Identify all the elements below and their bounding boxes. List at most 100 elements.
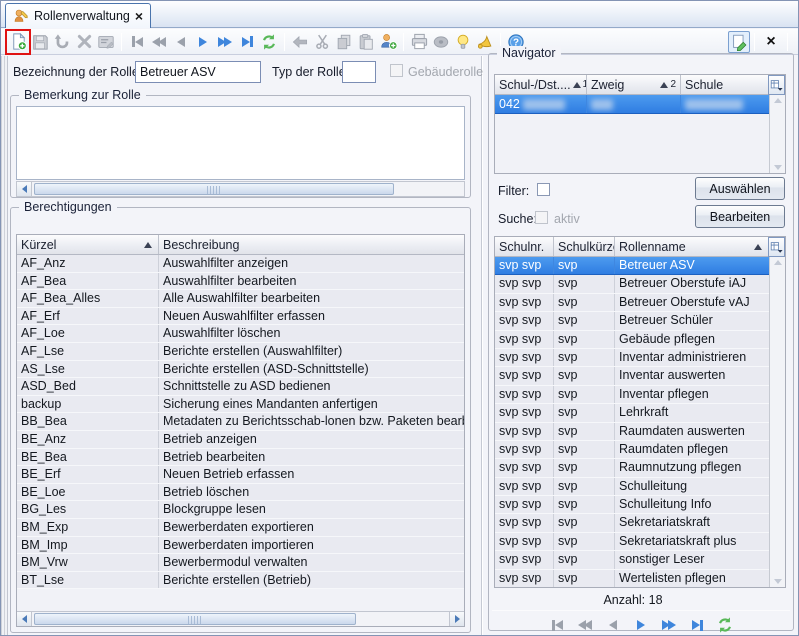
nav-next-button[interactable] <box>630 614 652 636</box>
column-header-zweig[interactable]: Zweig 2 <box>587 75 681 94</box>
scroll-down-icon[interactable] <box>774 579 782 584</box>
column-header-kuerzel[interactable]: Kürzel <box>17 235 159 254</box>
role-row[interactable]: svp svp svp Sekretariatskraft plus <box>495 533 769 551</box>
permission-row[interactable]: AF_Erf Neuen Auswahlfilter erfassen <box>17 308 464 326</box>
cut-button[interactable] <box>311 31 333 53</box>
scroll-up-icon[interactable] <box>774 260 782 265</box>
role-row[interactable]: svp svp svp Schulleitung Info <box>495 496 769 514</box>
role-row[interactable]: svp svp svp Wertelisten pflegen <box>495 570 769 588</box>
bemerkung-textarea[interactable] <box>16 106 465 180</box>
column-header-schul-dst[interactable]: Schul-/Dst.... 1 <box>495 75 587 94</box>
nav-rewind-button[interactable] <box>574 614 596 636</box>
auswaehlen-button[interactable]: Auswählen <box>695 177 785 200</box>
roles-table-header[interactable]: Schulnr. Schulkürzel Rollenname <box>495 237 785 257</box>
typ-input[interactable] <box>342 61 376 83</box>
nav-first-button[interactable] <box>126 31 148 53</box>
hint-bulb-button[interactable] <box>452 31 474 53</box>
nav-previous-button[interactable] <box>602 614 624 636</box>
new-record-button[interactable] <box>7 31 29 53</box>
filter-checkbox[interactable] <box>537 183 550 196</box>
gebaeuderolle-checkbox[interactable] <box>390 64 403 77</box>
column-header-schule[interactable]: Schule <box>681 75 768 94</box>
scroll-right-icon[interactable] <box>449 612 464 626</box>
nav-next-button[interactable] <box>192 31 214 53</box>
nav-last-button[interactable] <box>686 614 708 636</box>
suche-aktiv-checkbox[interactable] <box>535 211 548 224</box>
bezeichnung-input[interactable] <box>135 61 261 83</box>
role-row[interactable]: svp svp svp Gebäude pflegen <box>495 331 769 349</box>
edit-mask-button[interactable] <box>95 31 117 53</box>
school-row-selected[interactable]: 042 <box>495 95 769 114</box>
print-button[interactable] <box>408 31 430 53</box>
permissions-hscrollbar[interactable] <box>16 611 465 627</box>
refresh-button[interactable] <box>714 614 736 636</box>
permission-row[interactable]: BG_Les Blockgruppe lesen <box>17 501 464 519</box>
scroll-up-icon[interactable] <box>774 98 782 103</box>
nav-fast-forward-button[interactable] <box>214 31 236 53</box>
nav-rewind-button[interactable] <box>148 31 170 53</box>
scroll-left-icon[interactable] <box>17 182 32 196</box>
role-row[interactable]: svp svp svp Betreuer Oberstufe iAJ <box>495 275 769 293</box>
role-row[interactable]: svp svp svp Inventar auswerten <box>495 367 769 385</box>
record-disc-button[interactable] <box>430 31 452 53</box>
column-header-beschreibung[interactable]: Beschreibung <box>159 235 464 254</box>
scroll-left-icon[interactable] <box>17 612 32 626</box>
nav-fast-forward-button[interactable] <box>658 614 680 636</box>
permission-row[interactable]: AF_Anz Auswahlfilter anzeigen <box>17 255 464 273</box>
role-row[interactable]: svp svp svp Lehrkraft <box>495 404 769 422</box>
permission-row[interactable]: BM_Vrw Bewerbermodul verwalten <box>17 554 464 572</box>
bearbeiten-button[interactable]: Bearbeiten <box>695 205 785 228</box>
permission-row[interactable]: AF_Lse Berichte erstellen (Auswahlfilter… <box>17 343 464 361</box>
save-button[interactable] <box>29 31 51 53</box>
column-header-rollenname[interactable]: Rollenname <box>615 237 768 256</box>
nav-first-button[interactable] <box>546 614 568 636</box>
refresh-button[interactable] <box>258 31 280 53</box>
scrollbar-thumb[interactable] <box>34 613 356 625</box>
permission-row[interactable]: BE_Loe Betrieb löschen <box>17 484 464 502</box>
permission-row[interactable]: BM_Exp Bewerberdaten exportieren <box>17 519 464 537</box>
nav-previous-button[interactable] <box>170 31 192 53</box>
permission-row[interactable]: AF_Loe Auswahlfilter löschen <box>17 325 464 343</box>
permission-row[interactable]: BT_Lse Berichte erstellen (Betrieb) <box>17 572 464 590</box>
column-picker-button[interactable] <box>768 237 785 257</box>
paste-button[interactable] <box>355 31 377 53</box>
delete-button[interactable] <box>73 31 95 53</box>
copy-button[interactable] <box>333 31 355 53</box>
tab-rollenverwaltung[interactable]: Rollenverwaltung × <box>5 3 151 28</box>
permission-row[interactable]: BE_Anz Betrieb anzeigen <box>17 431 464 449</box>
add-person-button[interactable] <box>377 31 399 53</box>
scrollbar-thumb[interactable] <box>34 183 394 195</box>
role-row[interactable]: svp svp svp Betreuer Schüler <box>495 312 769 330</box>
role-row[interactable]: svp svp svp Raumdaten pflegen <box>495 441 769 459</box>
permission-row[interactable]: ASD_Bed Schnittstelle zu ASD bedienen <box>17 378 464 396</box>
roles-table-vscrollbar[interactable] <box>769 257 785 587</box>
role-row[interactable]: svp svp svp Schulleitung <box>495 478 769 496</box>
role-row[interactable]: svp svp svp Betreuer Oberstufe vAJ <box>495 294 769 312</box>
role-row[interactable]: svp svp svp Sekretariatskraft <box>495 514 769 532</box>
permission-row[interactable]: AF_Bea Auswahlfilter bearbeiten <box>17 273 464 291</box>
permissions-table-header[interactable]: Kürzel Beschreibung <box>17 235 464 255</box>
scroll-down-icon[interactable] <box>774 165 782 170</box>
close-view-button[interactable]: × <box>759 31 783 53</box>
bemerkung-hscrollbar[interactable] <box>16 181 465 197</box>
notification-horn-button[interactable] <box>474 31 496 53</box>
panel-divider[interactable] <box>481 56 483 635</box>
role-row[interactable]: svp svp svp Inventar pflegen <box>495 386 769 404</box>
role-row[interactable]: svp svp svp Raumdaten auswerten <box>495 423 769 441</box>
column-header-schulkuerzel[interactable]: Schulkürzel <box>554 237 615 256</box>
detach-view-button[interactable] <box>728 31 750 53</box>
permission-row[interactable]: BB_Bea Metadaten zu Berichtsschab-lonen … <box>17 413 464 431</box>
permission-row[interactable]: AF_Bea_Alles Alle Auswahlfilter bearbeit… <box>17 290 464 308</box>
permission-row[interactable]: backup Sicherung eines Mandanten anferti… <box>17 396 464 414</box>
splitter-grip[interactable] <box>1 56 8 635</box>
permission-row[interactable]: BE_Bea Betrieb bearbeiten <box>17 449 464 467</box>
role-row[interactable]: svp svp svp sonstiger Leser <box>495 551 769 569</box>
column-header-schulnr[interactable]: Schulnr. <box>495 237 554 256</box>
undo-button[interactable] <box>51 31 73 53</box>
role-row[interactable]: svp svp svp Inventar administrieren <box>495 349 769 367</box>
back-arrow-button[interactable] <box>289 31 311 53</box>
school-table-header[interactable]: Schul-/Dst.... 1 Zweig 2 Schule <box>495 75 785 95</box>
tab-close-icon[interactable]: × <box>135 9 143 23</box>
nav-last-button[interactable] <box>236 31 258 53</box>
role-row[interactable]: svp svp svp Betreuer ASV <box>495 257 769 275</box>
